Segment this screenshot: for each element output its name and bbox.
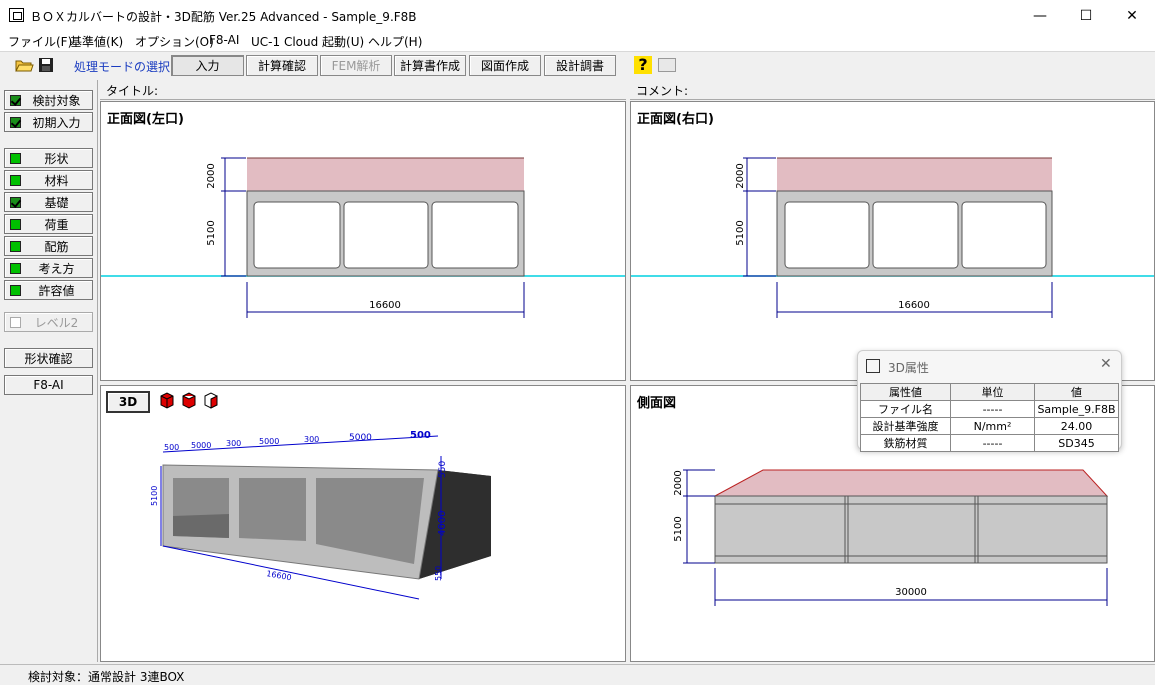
svg-text:5000: 5000 bbox=[259, 437, 279, 446]
table-header: 属性値 単位 値 bbox=[860, 383, 1119, 401]
popup-icon bbox=[866, 359, 880, 373]
sidebar-item-allowable[interactable]: 許容値 bbox=[4, 280, 93, 300]
status-green-icon bbox=[10, 218, 21, 230]
report-button[interactable]: 計算書作成 bbox=[394, 55, 466, 76]
svg-text:16600: 16600 bbox=[898, 300, 930, 311]
card-icon[interactable] bbox=[658, 58, 676, 72]
shape-confirm-button[interactable]: 形状確認 bbox=[4, 348, 93, 368]
cell-3 bbox=[431, 201, 519, 269]
front-left-pane[interactable]: 正面図(左口) 2000 5100 16600 bbox=[100, 101, 626, 381]
menu-f8ai[interactable]: F8-AI bbox=[209, 33, 239, 47]
menu-help[interactable]: ヘルプ(H) bbox=[368, 33, 422, 50]
save-icon[interactable] bbox=[37, 56, 55, 74]
view3d-pane[interactable]: 3D 500 5000 300 5000 300 5000 500 5100 5… bbox=[100, 385, 626, 662]
window-title: ＢＯＸカルバートの設計・3D配筋 Ver.25 Advanced - Sampl… bbox=[30, 10, 417, 24]
svg-text:5100: 5100 bbox=[735, 220, 746, 245]
front-right-pane[interactable]: 正面図(右口) 2000 5100 16600 bbox=[630, 101, 1155, 381]
attribute-table: 属性値 単位 値 ファイル名 ----- Sample_9.F8B 設計基準強度… bbox=[860, 383, 1119, 452]
svg-text:5000: 5000 bbox=[349, 433, 372, 443]
drawing-button[interactable]: 図面作成 bbox=[469, 55, 541, 76]
status-green-icon bbox=[10, 240, 21, 252]
earth-cover bbox=[247, 158, 524, 191]
svg-text:500: 500 bbox=[410, 430, 431, 441]
sidebar-item-foundation[interactable]: 基礎 bbox=[4, 192, 93, 212]
app-icon bbox=[9, 8, 24, 22]
cell-2 bbox=[343, 201, 429, 269]
popup-title: 3D属性 bbox=[888, 361, 929, 375]
status-green-icon bbox=[10, 284, 21, 296]
dim-width: 16600 bbox=[369, 300, 401, 311]
title-header: タイトル: bbox=[100, 80, 626, 100]
svg-text:5000: 5000 bbox=[191, 441, 211, 450]
svg-text:30000: 30000 bbox=[895, 587, 927, 598]
table-row: ファイル名 ----- Sample_9.F8B bbox=[860, 400, 1119, 418]
minimize-button[interactable]: — bbox=[1017, 0, 1063, 31]
cell-1 bbox=[253, 201, 341, 269]
calc-check-button[interactable]: 計算確認 bbox=[246, 55, 318, 76]
svg-text:16600: 16600 bbox=[266, 569, 293, 582]
check-icon bbox=[10, 116, 21, 128]
svg-text:2000: 2000 bbox=[735, 163, 746, 188]
svg-text:500: 500 bbox=[164, 443, 179, 452]
sidebar-item-initial[interactable]: 初期入力 bbox=[4, 112, 93, 132]
sidebar: 検討対象 初期入力 形状 材料 基礎 荷重 配筋 考え方 許容値 レベル2 形状… bbox=[0, 80, 98, 662]
sidebar-item-material[interactable]: 材料 bbox=[4, 170, 93, 190]
close-button[interactable]: ✕ bbox=[1109, 0, 1155, 31]
toolbar: 処理モードの選択 入力 計算確認 FEM解析 計算書作成 図面作成 設計調書 ? bbox=[0, 51, 1155, 78]
svg-text:5100: 5100 bbox=[673, 516, 684, 541]
comment-header: コメント: bbox=[630, 80, 1155, 100]
title-bar: ＢＯＸカルバートの設計・3D配筋 Ver.25 Advanced - Sampl… bbox=[0, 0, 1155, 31]
help-icon[interactable]: ? bbox=[634, 56, 652, 74]
menu-uc1cloud[interactable]: UC-1 Cloud 起動(U) bbox=[251, 33, 364, 50]
menu-standard[interactable]: 基準値(K) bbox=[70, 33, 123, 50]
mode-label: 処理モードの選択 bbox=[74, 60, 171, 74]
dim-side: 5100 bbox=[206, 220, 217, 245]
status-bar: 検討対象：通常設計 3連BOX bbox=[0, 664, 1155, 684]
menu-file[interactable]: ファイル(F) bbox=[8, 33, 72, 50]
sidebar-item-shape[interactable]: 形状 bbox=[4, 148, 93, 168]
svg-text:5100: 5100 bbox=[150, 486, 159, 506]
design-survey-button[interactable]: 設計調書 bbox=[544, 55, 616, 76]
open-folder-icon[interactable] bbox=[14, 56, 34, 74]
svg-text:550: 550 bbox=[438, 461, 448, 478]
dim-top: 2000 bbox=[206, 163, 217, 188]
sidebar-item-load[interactable]: 荷重 bbox=[4, 214, 93, 234]
3d-attribute-popup[interactable]: 3D属性 ✕ 属性値 単位 値 ファイル名 ----- Sample_9.F8B… bbox=[857, 350, 1122, 452]
table-row: 鉄筋材質 ----- SD345 bbox=[860, 434, 1119, 452]
checkbox-icon bbox=[10, 316, 21, 328]
svg-text:300: 300 bbox=[226, 439, 241, 448]
maximize-button[interactable]: ☐ bbox=[1063, 0, 1109, 31]
svg-text:2000: 2000 bbox=[673, 470, 684, 495]
f8ai-button[interactable]: F8-AI bbox=[4, 375, 93, 395]
sidebar-item-rebar[interactable]: 配筋 bbox=[4, 236, 93, 256]
svg-text:550: 550 bbox=[434, 566, 443, 581]
status-green-icon bbox=[10, 152, 21, 164]
menu-bar: ファイル(F) 基準値(K) オプション(O) F8-AI UC-1 Cloud… bbox=[0, 31, 1155, 51]
sidebar-item-approach[interactable]: 考え方 bbox=[4, 258, 93, 278]
sidebar-item-level2[interactable]: レベル2 bbox=[4, 312, 93, 332]
status-green-icon bbox=[10, 262, 21, 274]
svg-text:4000: 4000 bbox=[437, 511, 448, 536]
sidebar-item-target[interactable]: 検討対象 bbox=[4, 90, 93, 110]
fem-button[interactable]: FEM解析 bbox=[320, 55, 392, 76]
table-row: 設計基準強度 N/mm² 24.00 bbox=[860, 417, 1119, 435]
close-icon[interactable]: ✕ bbox=[1100, 356, 1112, 372]
check-icon bbox=[10, 94, 21, 106]
svg-text:300: 300 bbox=[304, 435, 319, 444]
status-green-icon bbox=[10, 174, 21, 186]
menu-option[interactable]: オプション(O) bbox=[135, 33, 214, 50]
input-button[interactable]: 入力 bbox=[171, 55, 244, 76]
check-icon bbox=[10, 196, 21, 208]
status-text: 検討対象：通常設計 3連BOX bbox=[28, 670, 185, 684]
